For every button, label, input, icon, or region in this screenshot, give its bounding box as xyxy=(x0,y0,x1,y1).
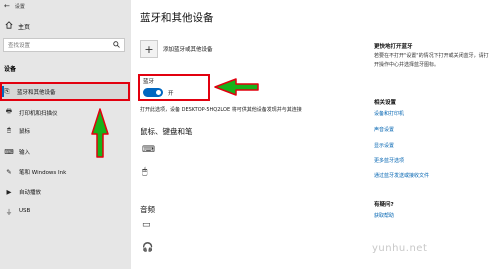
arrow-pointing-left-icon xyxy=(214,78,259,96)
arrow-pointing-up-icon xyxy=(91,108,109,158)
annotation-layer xyxy=(91,78,259,158)
